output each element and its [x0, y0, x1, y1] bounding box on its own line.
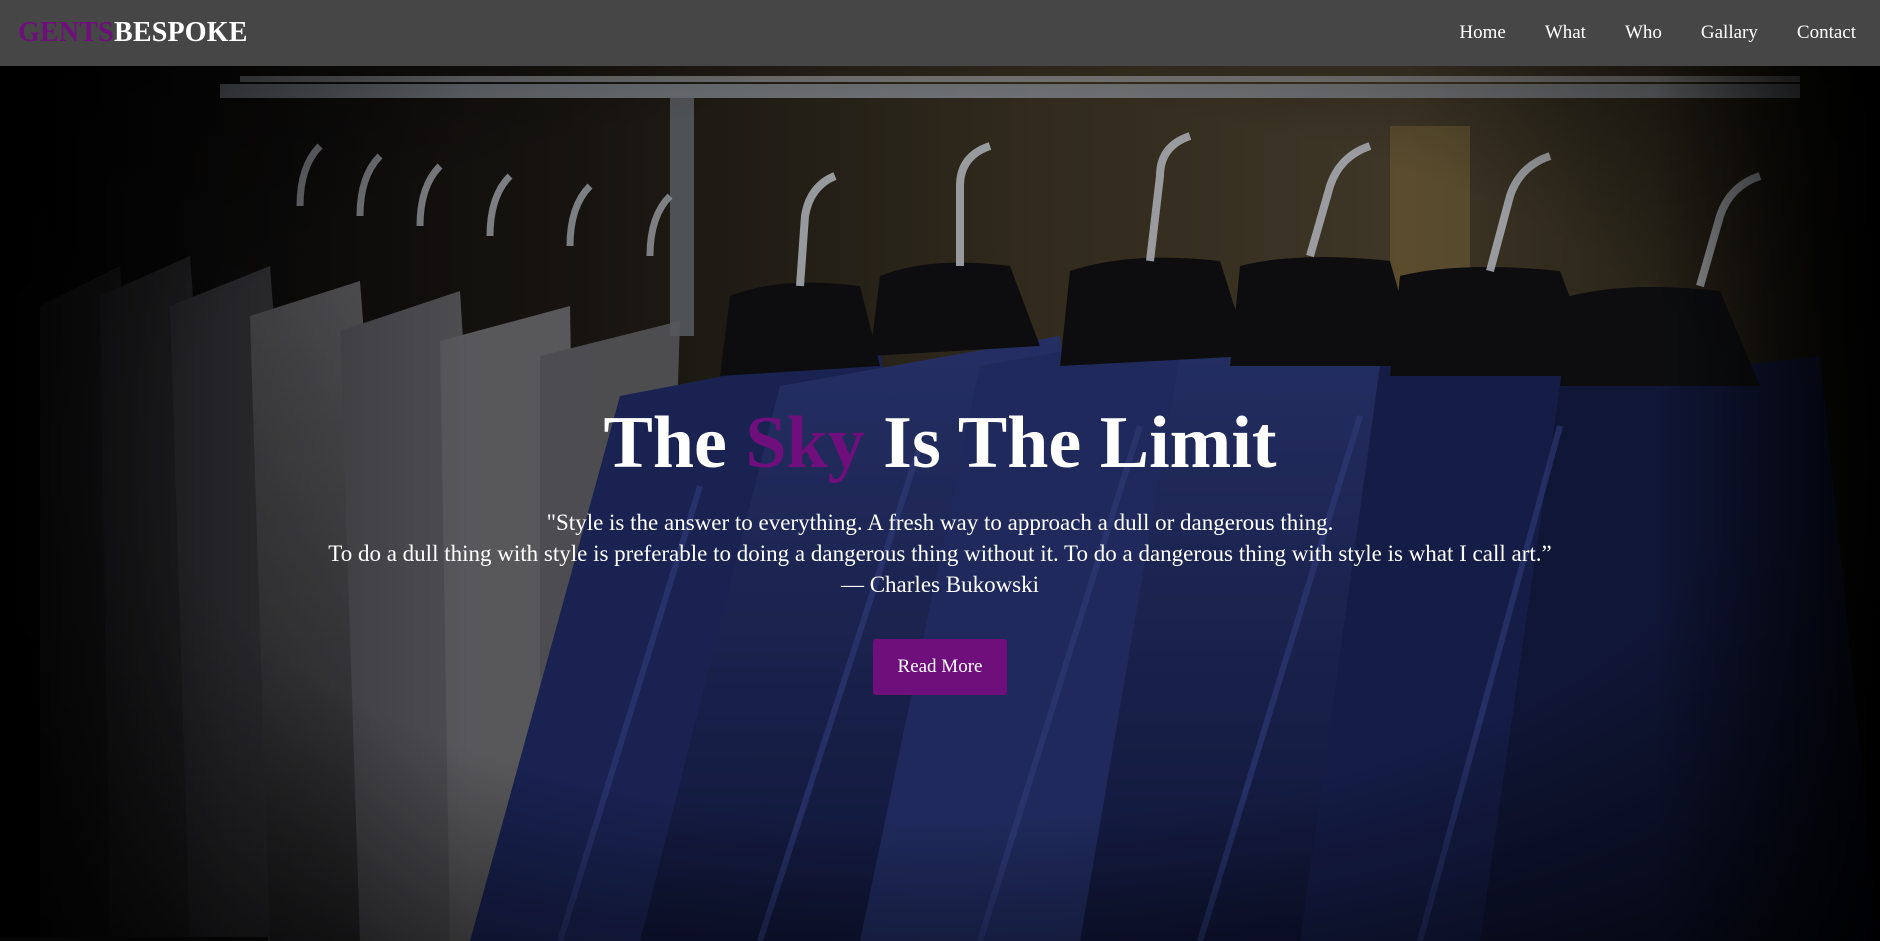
hero-headline: The Sky Is The Limit: [0, 406, 1880, 480]
read-more-button[interactable]: Read More: [873, 639, 1007, 695]
brand-logo-bespoke: BESPOKE: [113, 17, 248, 48]
navbar: GENTSBESPOKE Home What Who Gallary Conta…: [0, 0, 1880, 66]
brand-logo-gents: GENTS: [18, 17, 114, 48]
headline-accent-word: Sky: [745, 402, 865, 484]
quote-line-1: "Style is the answer to everything. A fr…: [546, 510, 1334, 535]
hero-quote: "Style is the answer to everything. A fr…: [0, 507, 1880, 600]
headline-part-before: The: [603, 402, 746, 484]
quote-author: — Charles Bukowski: [840, 572, 1040, 597]
main-nav: Home What Who Gallary Contact: [1420, 22, 1856, 44]
horizontal-scrollbar-thumb[interactable]: [0, 937, 268, 941]
brand-logo[interactable]: GENTSBESPOKE: [18, 19, 248, 47]
nav-link-contact[interactable]: Contact: [1797, 22, 1856, 44]
nav-link-what[interactable]: What: [1545, 22, 1586, 44]
headline-part-after: Is The Limit: [864, 402, 1277, 484]
nav-link-who[interactable]: Who: [1625, 22, 1662, 44]
hero-content: The Sky Is The Limit "Style is the answe…: [0, 406, 1880, 695]
nav-link-gallary[interactable]: Gallary: [1701, 22, 1758, 44]
nav-link-home[interactable]: Home: [1459, 22, 1505, 44]
quote-line-2: To do a dull thing with style is prefera…: [328, 541, 1552, 566]
hero-section: The Sky Is The Limit "Style is the answe…: [0, 66, 1880, 941]
